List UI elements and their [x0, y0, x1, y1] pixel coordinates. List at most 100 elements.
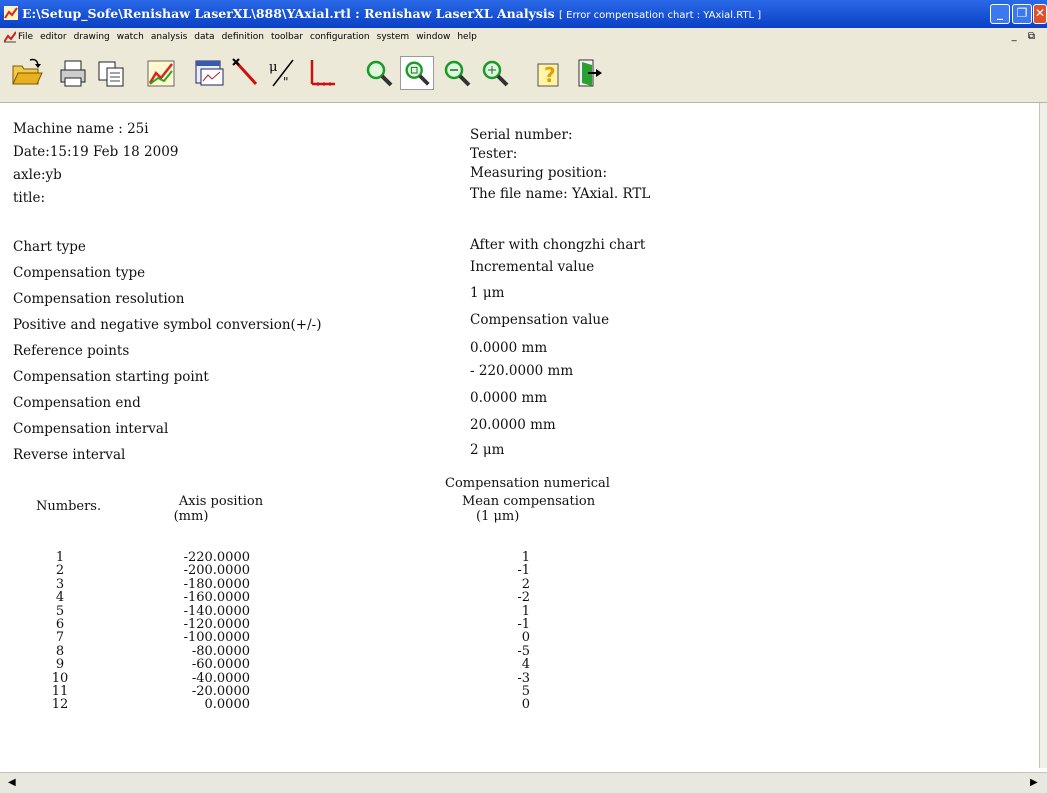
row-mean-compensation: 0	[521, 630, 530, 646]
app-icon	[4, 6, 18, 20]
row-number: 12	[51, 697, 69, 713]
setting-label: Compensation resolution	[13, 291, 185, 307]
row-axis-position: -80.0000	[191, 643, 250, 659]
setting-value: 2 μm	[470, 442, 505, 458]
svg-text:": "	[283, 75, 289, 89]
row-number: 5	[55, 603, 65, 619]
menu-item-help[interactable]: help	[457, 32, 476, 42]
row-number: 4	[55, 590, 65, 606]
axle: axle:yb	[13, 167, 62, 183]
title-bar: E:\Setup_Sofe\Renishaw LaserXL\888\YAxia…	[0, 0, 1047, 28]
setting-label: Chart type	[13, 239, 86, 255]
row-number: 10	[51, 670, 69, 686]
setting-value: Compensation value	[470, 312, 610, 328]
exit-icon[interactable]	[572, 56, 606, 90]
measuring-position: Measuring position:	[470, 165, 608, 181]
setting-value: 1 μm	[470, 285, 505, 301]
menu-item-system[interactable]: system	[377, 32, 410, 42]
toolbar: μ " ?	[0, 48, 1047, 103]
menu-item-definition[interactable]: definition	[222, 32, 264, 42]
setting-label: Reference points	[13, 343, 130, 359]
row-axis-position: 0.0000	[204, 697, 251, 713]
row-axis-position: -180.0000	[183, 576, 250, 592]
col-axis-label: Axis position	[178, 494, 264, 509]
setting-value: 20.0000 mm	[470, 417, 556, 433]
menu-item-toolbar[interactable]: toolbar	[271, 32, 303, 42]
window-title-sub: [ Error compensation chart : YAxial.RTL …	[559, 10, 762, 21]
row-number: 7	[55, 630, 65, 646]
document-icon[interactable]	[4, 31, 16, 43]
row-mean-compensation: -1	[517, 616, 530, 632]
axis-position-column: -220.0000 -200.0000 -180.0000 -160.0000 -140…	[150, 551, 250, 712]
zoom-box-icon[interactable]	[400, 56, 434, 90]
close-button[interactable]: ✕	[1033, 4, 1047, 24]
col-mean-label: Mean compensation	[462, 494, 596, 509]
setting-label: Positive and negative symbol conversion(…	[13, 317, 322, 333]
col-mean-unit: (1 μm)	[476, 509, 520, 524]
mdi-controls[interactable]: _ ⧉	[1012, 31, 1039, 42]
row-mean-compensation: 1	[521, 550, 530, 565]
row-axis-position: -60.0000	[191, 657, 250, 673]
copy-icon[interactable]	[94, 56, 128, 90]
row-mean-compensation: 1	[521, 603, 530, 619]
report-icon[interactable]	[192, 56, 226, 90]
menu-item-editor[interactable]: editor	[40, 32, 67, 42]
row-axis-position: -200.0000	[183, 563, 250, 579]
pointer-tool-icon[interactable]	[228, 56, 262, 90]
row-mean-compensation: 5	[521, 683, 530, 699]
serial-number: Serial number:	[470, 127, 573, 143]
setting-label: Compensation type	[13, 265, 146, 281]
menu-item-window[interactable]: window	[416, 32, 450, 42]
help-icon[interactable]: ?	[533, 56, 567, 90]
row-axis-position: -220.0000	[183, 550, 250, 565]
setting-label: Compensation end	[13, 395, 141, 411]
menu-item-data[interactable]: data	[194, 32, 214, 42]
row-axis-position: -100.0000	[183, 630, 250, 646]
zoom-fit-icon[interactable]	[478, 56, 512, 90]
maximize-button[interactable]: ❐	[1012, 4, 1032, 24]
menu-item-drawing[interactable]: drawing	[74, 32, 110, 42]
vertical-scrollbar[interactable]	[1039, 103, 1047, 768]
minimize-button[interactable]: _	[990, 4, 1010, 24]
setting-value: - 220.0000 mm	[470, 363, 574, 379]
window-title-main: E:\Setup_Sofe\Renishaw LaserXL\888\YAxia…	[22, 6, 555, 21]
section-title: Compensation numerical	[445, 476, 610, 491]
row-number: 1	[55, 550, 65, 565]
setting-label: Compensation starting point	[13, 369, 209, 385]
row-mean-compensation: -2	[517, 590, 530, 606]
date: Date:15:19 Feb 18 2009	[13, 144, 179, 160]
menu-item-configuration[interactable]: configuration	[310, 32, 370, 42]
row-number: 8	[55, 643, 65, 659]
print-icon[interactable]	[56, 56, 90, 90]
svg-text:?: ?	[544, 63, 556, 87]
zoom-icon[interactable]	[362, 56, 396, 90]
row-axis-position: -120.0000	[183, 616, 250, 632]
open-icon[interactable]	[10, 56, 44, 90]
fraction-icon[interactable]: μ "	[265, 56, 299, 90]
setting-label: Compensation interval	[13, 421, 169, 437]
report-area: Machine name : 25i Date:15:19 Feb 18 200…	[0, 103, 1040, 768]
setting-value: Incremental value	[470, 259, 595, 275]
menu-items: File editor drawing watch analysis data defini…	[18, 32, 484, 42]
col-numbers-header: Numbers.	[36, 499, 102, 514]
row-number: 2	[55, 563, 65, 579]
setting-value: 0.0000 mm	[470, 390, 548, 406]
col-mean-header: Mean compensation (1 μm)	[462, 494, 595, 524]
col-axis-header: Axis position (mm)	[156, 494, 286, 524]
scroll-right-arrow[interactable]: ▶	[1030, 777, 1038, 788]
scroll-left-arrow[interactable]: ◀	[8, 777, 16, 788]
row-mean-compensation: 2	[521, 576, 530, 592]
menu-item-file[interactable]: File	[18, 32, 33, 42]
row-axis-position: -20.0000	[191, 683, 250, 699]
axis-icon[interactable]	[304, 56, 338, 90]
zoom-out-icon[interactable]	[440, 56, 474, 90]
row-number: 6	[55, 616, 65, 632]
menu-bar: File editor drawing watch analysis data defini…	[0, 28, 1047, 49]
chart-icon[interactable]	[144, 56, 178, 90]
tester: Tester:	[470, 146, 518, 162]
horizontal-scrollbar[interactable]: ◀ ▶	[0, 772, 1047, 793]
mean-compensation-column: 1 -1 2 -2 1 -1 0 -5 4 -3 5 0	[490, 551, 530, 712]
row-axis-position: -160.0000	[183, 590, 250, 606]
menu-item-watch[interactable]: watch	[117, 32, 144, 42]
menu-item-analysis[interactable]: analysis	[151, 32, 187, 42]
